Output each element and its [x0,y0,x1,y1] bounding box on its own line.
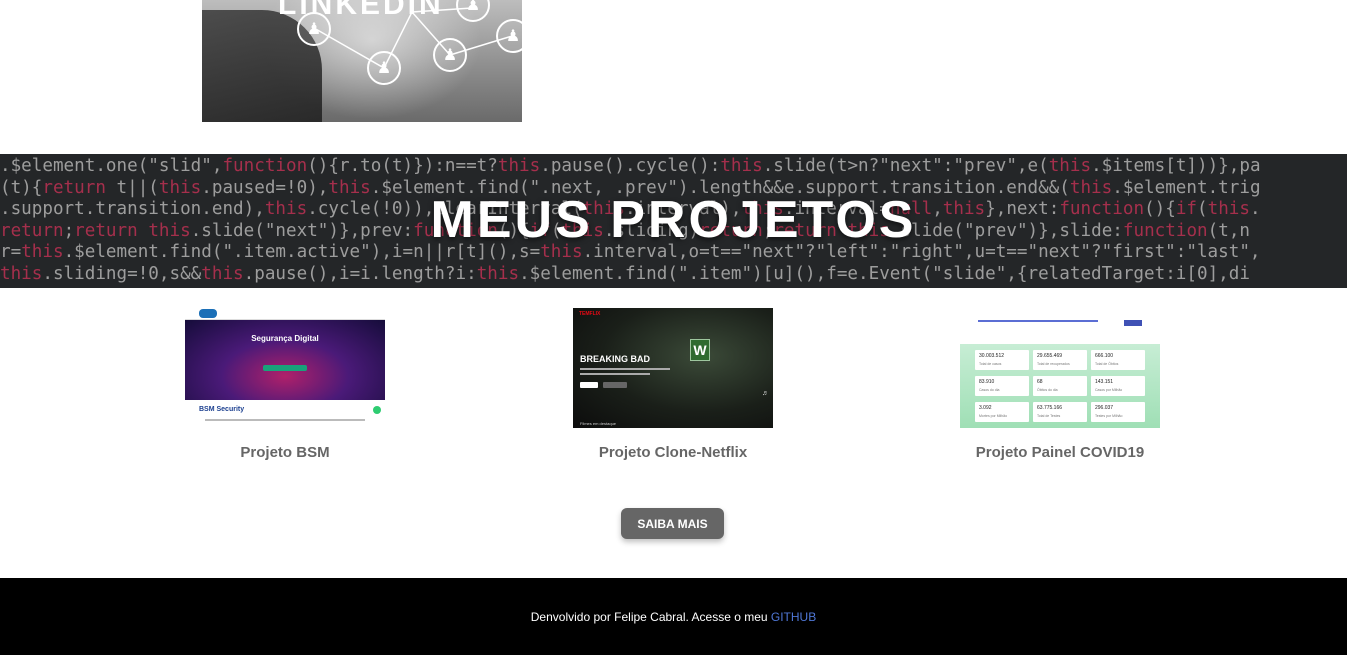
thumb-show-title: BREAKING BAD [580,354,651,364]
stat-cell: 63.775.166 Total de Testes [1033,402,1087,422]
thumb-hero-button [263,365,307,371]
thumb-brand: TEMFLIX [579,311,601,317]
thumb-text-line [580,368,670,370]
person-node-icon: ♟ [496,19,522,53]
stat-value: 29.655.469 [1037,353,1063,359]
stat-value: 296.037 [1095,405,1114,411]
person-node-icon: ♟ [433,38,467,72]
stat-value: 30.003.512 [979,353,1005,359]
volume-icon: ♬ [762,390,769,397]
stat-label: Mortes por Milhão [979,414,1008,418]
thumb-hero: Segurança Digital [185,320,385,400]
bsm-logo-icon [199,309,217,318]
stat-label: Casos do dia [979,388,1000,392]
stat-value: 83.910 [979,379,995,385]
saiba-mais-button[interactable]: SAIBA MAIS [621,508,724,539]
thumb-body: BSM Security [185,400,385,428]
footer-text: Denvolvido por Felipe Cabral. Acesse o m… [530,610,771,624]
whatsapp-icon [373,406,381,414]
stat-label: Óbitos do dia [1037,388,1058,392]
stat-value: 3.092 [979,405,992,411]
footer: Denvolvido por Felipe Cabral. Acesse o m… [0,578,1347,655]
projects-banner: .$element.one("slid",function(){r.to(t)}… [0,154,1347,288]
thumb-text-line [205,419,365,421]
stat-cell: 83.910 Casos do dia [975,376,1029,396]
project-name[interactable]: Projeto BSM [135,444,435,461]
thumb-row-title: Filmes em destaque [580,421,617,426]
thumb-header-button [1124,320,1142,326]
thumb-info-button [603,382,627,388]
thumb-section-title: BSM Security [199,406,245,413]
project-name[interactable]: Projeto Painel COVID19 [910,444,1210,461]
thumb-badge: W [690,339,710,361]
project-thumbnail[interactable]: Segurança Digital BSM Security [185,308,385,428]
stat-value: 63.775.166 [1037,405,1063,411]
stat-label: Total de casos [979,362,1002,366]
person-node-icon: ♟ [367,51,401,85]
stat-label: Total de Óbitos [1095,362,1119,366]
stat-value: 143.151 [1095,379,1114,385]
section-title: MEUS PROJETOS [430,191,917,249]
stat-value: 68 [1037,379,1043,385]
stat-cell: 3.092 Mortes por Milhão [975,402,1029,422]
stat-cell: 68 Óbitos do dia [1033,376,1087,396]
linkedin-card-title: LINKEDIN [278,0,444,21]
stat-cell: 296.037 Testes por Milhão [1091,402,1145,422]
stat-label: Testes por Milhão [1095,414,1123,418]
github-link[interactable]: GITHUB [771,610,816,624]
project-name[interactable]: Projeto Clone-Netflix [523,444,823,461]
project-thumbnail[interactable]: 30.003.512 Total de casos 29.655.469 Total… [960,308,1160,428]
project-card-netflix[interactable]: TEMFLIX W BREAKING BAD ♬ Filmes em desta… [573,308,773,461]
stat-value: 666.100 [1095,353,1114,359]
thumb-header [960,308,1160,344]
thumb-hero-title: Segurança Digital [251,334,319,343]
stat-label: Total de recuperados [1037,362,1070,366]
project-card-bsm[interactable]: Segurança Digital BSM Security Projeto B… [185,308,385,461]
project-thumbnail[interactable]: TEMFLIX W BREAKING BAD ♬ Filmes em desta… [573,308,773,428]
stat-cell: 666.100 Total de Óbitos [1091,350,1145,370]
stat-label: Casos por Milhão [1095,388,1123,392]
stat-cell: 29.655.469 Total de recuperados [1033,350,1087,370]
thumb-navbar [185,308,385,320]
project-card-covid[interactable]: 30.003.512 Total de casos 29.655.469 Total… [960,308,1160,461]
stat-cell: 30.003.512 Total de casos [975,350,1029,370]
thumb-text-line [580,373,650,375]
stat-label: Total de Testes [1037,414,1061,418]
stat-cell: 143.151 Casos por Milhão [1091,376,1145,396]
thumb-title-line [978,320,1098,322]
thumb-play-button [580,382,598,388]
footer-credit: Denvolvido por Felipe Cabral. Acesse o m… [0,610,1347,624]
